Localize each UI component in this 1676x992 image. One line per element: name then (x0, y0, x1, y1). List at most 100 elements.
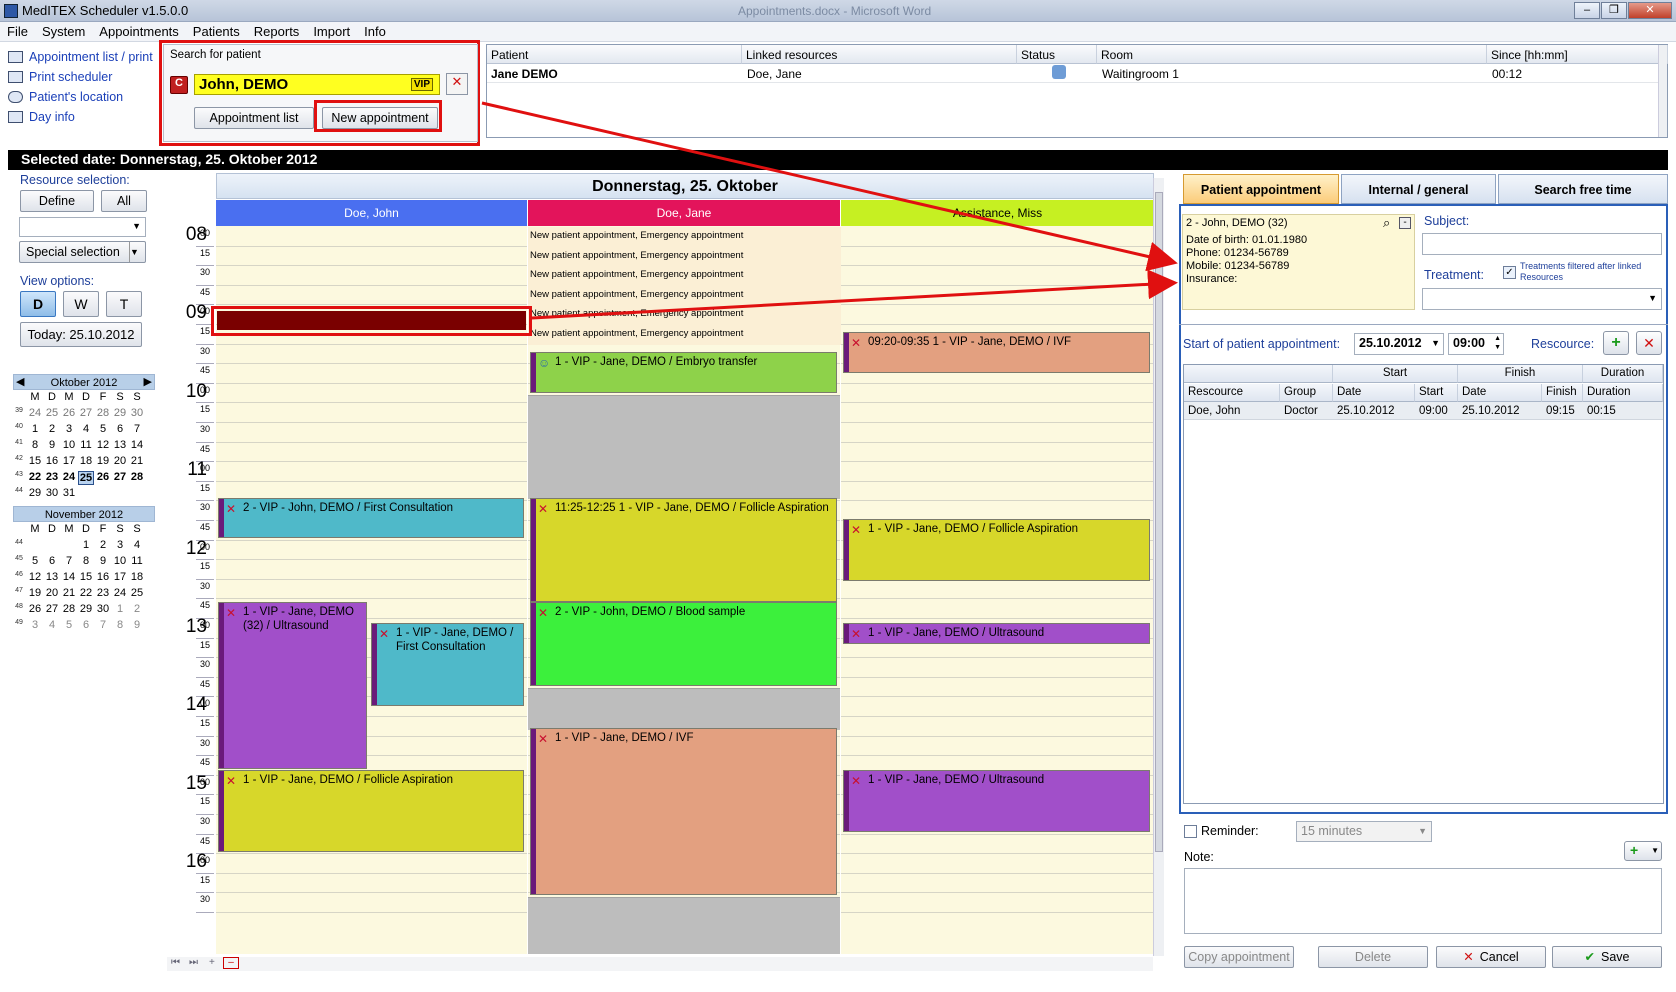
start-date-input[interactable]: 25.10.2012 ▼ (1354, 333, 1444, 355)
calendar-day[interactable]: 7 (129, 423, 145, 435)
calendar-day[interactable]: 26 (95, 471, 111, 483)
menu-info[interactable]: Info (357, 22, 393, 39)
col-since[interactable]: Since [hh:mm] (1487, 45, 1668, 64)
col-room[interactable]: Room (1097, 45, 1487, 64)
calendar-day[interactable]: 22 (27, 471, 43, 483)
calendar-day[interactable]: 8 (78, 555, 94, 567)
appointment-first-consultation-jane[interactable]: ✕ 1 - VIP - Jane, DEMO / First Consultati… (371, 623, 524, 706)
menu-reports[interactable]: Reports (247, 22, 307, 39)
table-row[interactable]: Jane DEMO Doe, Jane Waitingroom 1 00:12 (487, 64, 1667, 83)
calendar-day[interactable]: 23 (44, 471, 60, 483)
calendar-day[interactable]: 4 (78, 423, 94, 435)
grid-col-group[interactable]: Group (1280, 384, 1333, 402)
calendar-day[interactable]: 27 (44, 603, 60, 615)
grid-col-duration[interactable]: Duration (1583, 384, 1663, 402)
calendar-day[interactable]: 5 (61, 619, 77, 631)
patient-search-input[interactable]: John, DEMO VIP (194, 74, 440, 95)
calendar-day[interactable]: 9 (44, 439, 60, 451)
calendar-day[interactable]: 21 (129, 455, 145, 467)
calendar-day[interactable]: 4 (44, 619, 60, 631)
all-button[interactable]: All (101, 190, 147, 212)
calendar-day[interactable]: 28 (129, 471, 145, 483)
clear-patient-button[interactable]: ✕ (446, 73, 468, 95)
calendar-day[interactable]: 1 (78, 539, 94, 551)
appointment-ultrasound-assistance-2[interactable]: ✕ 1 - VIP - Jane, DEMO / Ultrasound (843, 770, 1150, 832)
calendar-day[interactable]: 25 (44, 407, 60, 419)
calendar-day[interactable]: 9 (95, 555, 111, 567)
appointment-follicle-aspiration-john[interactable]: ✕ 1 - VIP - Jane, DEMO / Follicle Aspirat… (218, 770, 524, 852)
appointment-first-consultation-john[interactable]: ✕ 2 - VIP - John, DEMO / First Consultati… (218, 498, 524, 538)
cancel-button[interactable]: ✕ Cancel (1436, 946, 1546, 968)
col-status[interactable]: Status (1017, 45, 1097, 64)
calendar-day[interactable]: 30 (95, 603, 111, 615)
calendar-day[interactable]: 21 (61, 587, 77, 599)
calendar-day[interactable]: 18 (78, 455, 94, 467)
grid-col-resource[interactable]: Rescource (1184, 384, 1280, 402)
scroll-thumb[interactable] (1155, 192, 1163, 852)
calendar-day[interactable]: 28 (61, 603, 77, 615)
calendar-day[interactable]: 30 (44, 487, 60, 499)
subject-input[interactable] (1422, 233, 1662, 255)
first-page-icon[interactable]: ⏮ (171, 957, 180, 968)
grid-col-finish-date[interactable]: Date (1458, 384, 1542, 402)
calendar-day[interactable]: 11 (129, 555, 145, 567)
calendar-day[interactable]: 11 (78, 439, 94, 451)
table-scrollbar[interactable] (1658, 45, 1667, 137)
add-icon[interactable]: + (209, 957, 215, 968)
prev-month-icon[interactable]: ◀ (16, 374, 24, 390)
calendar-day[interactable]: 25 (129, 587, 145, 599)
calendar-day[interactable]: 6 (112, 423, 128, 435)
grid-col-finish-time[interactable]: Finish (1542, 384, 1583, 402)
calendar-day[interactable]: 7 (95, 619, 111, 631)
appointment-ultrasound-john[interactable]: ✕ 1 - VIP - Jane, DEMO (32) / Ultrasound (218, 602, 367, 769)
minimize-button[interactable]: – (1574, 2, 1600, 19)
calendar-day[interactable]: 16 (95, 571, 111, 583)
emergency-slot[interactable]: New patient appointment, Emergency appoi… (528, 285, 841, 306)
calendar-day[interactable]: 17 (61, 455, 77, 467)
calendar-day[interactable]: 3 (27, 619, 43, 631)
col-patient[interactable]: Patient (487, 45, 742, 64)
emergency-slot[interactable]: New patient appointment, Emergency appoi… (528, 325, 841, 345)
resource-dropdown[interactable]: ▼ (19, 217, 146, 237)
spin-icon[interactable]: ▲ ▼ (1494, 334, 1501, 352)
calendar-day[interactable]: 26 (27, 603, 43, 615)
today-button[interactable]: Today: 25.10.2012 (20, 322, 142, 347)
calendar-day[interactable]: 2 (129, 603, 145, 615)
view-day-button[interactable]: D (20, 291, 56, 317)
calendar-day[interactable]: 20 (112, 455, 128, 467)
calendar-day[interactable]: 12 (95, 439, 111, 451)
column-header-assistance[interactable]: Assistance, Miss (841, 200, 1154, 226)
save-button[interactable]: ✔ Save (1552, 946, 1662, 968)
print-scheduler-link[interactable]: Print scheduler (8, 70, 112, 89)
calendar-day[interactable]: 13 (112, 439, 128, 451)
note-textarea[interactable] (1184, 868, 1662, 934)
appointment-follicle-aspiration-jane[interactable]: ✕ 11:25-12:25 1 - VIP - Jane, DEMO / Foll… (530, 498, 837, 602)
menu-patients[interactable]: Patients (186, 22, 247, 39)
tab-internal-general[interactable]: Internal / general (1341, 174, 1496, 204)
calendar-day[interactable]: 6 (44, 555, 60, 567)
calendar-day[interactable]: 26 (61, 407, 77, 419)
appointment-ivf-jane[interactable]: ✕ 1 - VIP - Jane, DEMO / IVF (530, 728, 837, 895)
view-t-button[interactable]: T (106, 291, 142, 317)
appointment-follicle-aspiration-assistance[interactable]: ✕ 1 - VIP - Jane, DEMO / Follicle Aspirat… (843, 519, 1150, 581)
emergency-slot[interactable]: New patient appointment, Emergency appoi… (528, 305, 841, 326)
menu-system[interactable]: System (35, 22, 92, 39)
calendar-day[interactable]: 31 (61, 487, 77, 499)
calendar-day[interactable]: 12 (27, 571, 43, 583)
calendar-day[interactable]: 1 (27, 423, 43, 435)
add-resource-button[interactable]: + (1603, 331, 1629, 355)
calendar-day[interactable]: 15 (78, 571, 94, 583)
calendar-day[interactable]: 3 (112, 539, 128, 551)
calendar-day[interactable]: 29 (112, 407, 128, 419)
calendar-day[interactable]: 30 (129, 407, 145, 419)
remove-resource-button[interactable]: ✕ (1636, 331, 1662, 355)
calendar-day[interactable]: 17 (112, 571, 128, 583)
appointment-list-link[interactable]: Appointment list / print (8, 50, 153, 69)
calendar-day[interactable]: 23 (95, 587, 111, 599)
calendar-day[interactable]: 6 (78, 619, 94, 631)
calendar-day[interactable]: 27 (112, 471, 128, 483)
reminder-checkbox[interactable] (1184, 825, 1197, 838)
calendar-day[interactable]: 22 (78, 587, 94, 599)
menu-appointments[interactable]: Appointments (92, 22, 186, 39)
add-note-button[interactable]: + ▼ (1624, 841, 1662, 861)
